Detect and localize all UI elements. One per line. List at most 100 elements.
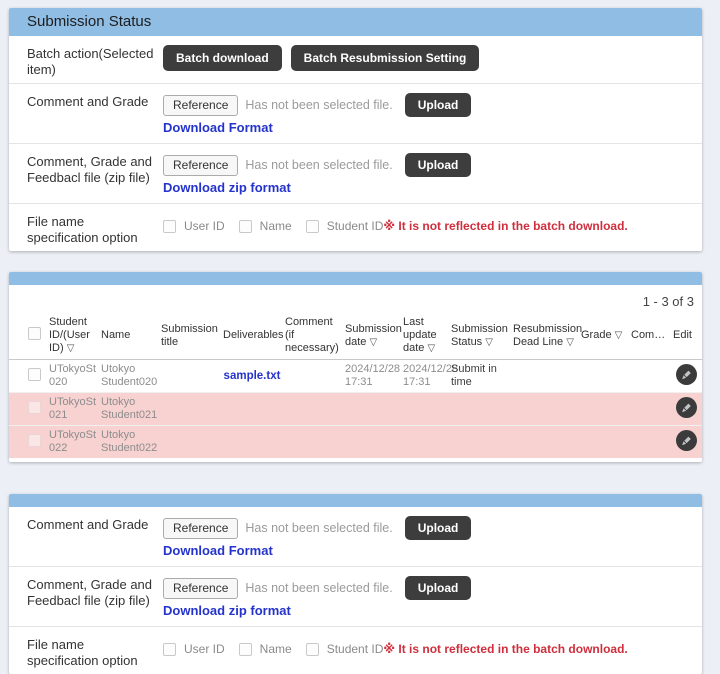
file-status-text: Has not been selected file. xyxy=(245,581,392,595)
comment-cell xyxy=(283,393,343,426)
batch-action-row: Batch action(Selected item) Batch downlo… xyxy=(9,36,702,83)
comment-grade-zip-row: Comment, Grade and Feedbacl file (zip fi… xyxy=(9,143,702,203)
sort-icon[interactable]: ▽ xyxy=(67,343,75,354)
edit-icon[interactable] xyxy=(676,364,697,385)
user-id-checkbox[interactable] xyxy=(163,643,176,656)
col-comment: Comment (if necessary) xyxy=(283,312,343,360)
reference-button[interactable]: Reference xyxy=(163,518,238,539)
col-deliverables: Deliverables xyxy=(221,312,283,360)
user-id-checkbox[interactable] xyxy=(163,220,176,233)
row-checkbox[interactable] xyxy=(28,401,41,414)
comment-grade-row: Comment and Grade Reference Has not been… xyxy=(9,507,702,566)
table-row: UTokyoSt020 Utokyo Student020 sample.txt… xyxy=(9,360,702,393)
panel-accent-bar xyxy=(9,494,702,507)
submission-title-cell xyxy=(159,360,221,393)
sort-icon[interactable]: ▽ xyxy=(566,337,574,348)
sort-icon[interactable]: ▽ xyxy=(615,330,623,341)
sort-icon[interactable]: ▽ xyxy=(485,337,493,348)
pagination-status: 1 - 3 of 3 xyxy=(9,285,702,312)
reference-button[interactable]: Reference xyxy=(163,95,238,116)
upload-button[interactable]: Upload xyxy=(405,516,472,540)
deliverables-cell xyxy=(221,426,283,459)
grade-cell xyxy=(579,426,629,459)
panel-accent-bar xyxy=(9,272,702,285)
col-com: Com… xyxy=(629,312,671,360)
submission-status-panel: Submission Status Batch action(Selected … xyxy=(9,8,702,251)
name-checkbox[interactable] xyxy=(239,643,252,656)
comment-grade-label: Comment and Grade xyxy=(9,89,163,138)
grade-cell xyxy=(579,360,629,393)
submission-title-cell xyxy=(159,426,221,459)
name-checkbox-label: Name xyxy=(260,219,292,233)
col-submission-date[interactable]: Submission date ▽ xyxy=(343,312,401,360)
reference-button[interactable]: Reference xyxy=(163,155,238,176)
sort-icon[interactable]: ▽ xyxy=(369,337,377,348)
submission-status-cell xyxy=(449,393,511,426)
table-row: UTokyoSt022 Utokyo Student022 xyxy=(9,426,702,459)
col-grade[interactable]: Grade ▽ xyxy=(579,312,629,360)
reference-button[interactable]: Reference xyxy=(163,578,238,599)
last-update-date-cell xyxy=(401,393,449,426)
col-submission-title: Submission title xyxy=(159,312,221,360)
col-name: Name xyxy=(99,312,159,360)
file-name-option-label: File name specification option xyxy=(9,632,163,669)
com-cell xyxy=(629,393,671,426)
batch-resubmission-setting-button[interactable]: Batch Resubmission Setting xyxy=(291,45,480,71)
name-cell: Utokyo Student020 xyxy=(99,360,159,393)
submission-table-panel: 1 - 3 of 3 Student ID/(User ID) ▽ Name S… xyxy=(9,272,702,462)
name-checkbox[interactable] xyxy=(239,220,252,233)
submission-date-cell: 2024/12/28 17:31 xyxy=(343,360,401,393)
submission-title-cell xyxy=(159,393,221,426)
table-header-row: Student ID/(User ID) ▽ Name Submission t… xyxy=(9,312,702,360)
select-all-checkbox[interactable] xyxy=(28,327,41,340)
last-update-date-cell xyxy=(401,426,449,459)
resubmission-deadline-cell xyxy=(511,393,579,426)
col-submission-status[interactable]: Submission Status ▽ xyxy=(449,312,511,360)
edit-icon[interactable] xyxy=(676,397,697,418)
download-format-link[interactable]: Download Format xyxy=(163,120,273,135)
download-zip-format-link[interactable]: Download zip format xyxy=(163,603,291,618)
bottom-upload-panel: Comment and Grade Reference Has not been… xyxy=(9,494,702,674)
user-id-checkbox-label: User ID xyxy=(184,219,225,233)
comment-grade-zip-label: Comment, Grade and Feedbacl file (zip fi… xyxy=(9,572,163,621)
deliverable-file-link[interactable]: sample.txt xyxy=(224,370,281,382)
upload-button[interactable]: Upload xyxy=(405,576,472,600)
student-id-checkbox-label: Student ID xyxy=(327,642,384,656)
com-cell xyxy=(629,426,671,459)
com-cell xyxy=(629,360,671,393)
file-status-text: Has not been selected file. xyxy=(245,98,392,112)
batch-action-label: Batch action(Selected item) xyxy=(9,41,163,78)
student-id-checkbox[interactable] xyxy=(306,220,319,233)
panel-title: Submission Status xyxy=(9,8,702,36)
resubmission-deadline-cell xyxy=(511,426,579,459)
submission-date-cell xyxy=(343,393,401,426)
batch-download-button[interactable]: Batch download xyxy=(163,45,282,71)
download-zip-format-link[interactable]: Download zip format xyxy=(163,180,291,195)
col-last-update-date[interactable]: Last update date ▽ xyxy=(401,312,449,360)
col-resubmission-deadline[interactable]: Resubmission Dead Line ▽ xyxy=(511,312,579,360)
col-student-id[interactable]: Student ID/(User ID) ▽ xyxy=(47,312,99,360)
grade-cell xyxy=(579,393,629,426)
row-checkbox[interactable] xyxy=(28,368,41,381)
file-name-option-row: File name specification option User ID N… xyxy=(9,626,702,674)
resubmission-deadline-cell xyxy=(511,360,579,393)
last-update-date-cell: 2024/12/28 17:31 xyxy=(401,360,449,393)
student-id-cell: UTokyoSt021 xyxy=(47,393,99,426)
student-id-checkbox[interactable] xyxy=(306,643,319,656)
comment-cell xyxy=(283,360,343,393)
edit-icon[interactable] xyxy=(676,430,697,451)
name-checkbox-label: Name xyxy=(260,642,292,656)
file-name-option-row: File name specification option User ID N… xyxy=(9,203,702,251)
name-cell: Utokyo Student022 xyxy=(99,426,159,459)
upload-button[interactable]: Upload xyxy=(405,153,472,177)
row-checkbox[interactable] xyxy=(28,434,41,447)
download-format-link[interactable]: Download Format xyxy=(163,543,273,558)
comment-grade-zip-label: Comment, Grade and Feedbacl file (zip fi… xyxy=(9,149,163,198)
submission-date-cell xyxy=(343,426,401,459)
sort-icon[interactable]: ▽ xyxy=(427,343,435,354)
upload-button[interactable]: Upload xyxy=(405,93,472,117)
file-status-text: Has not been selected file. xyxy=(245,521,392,535)
file-status-text: Has not been selected file. xyxy=(245,158,392,172)
student-id-cell: UTokyoSt022 xyxy=(47,426,99,459)
table-row: UTokyoSt021 Utokyo Student021 xyxy=(9,393,702,426)
